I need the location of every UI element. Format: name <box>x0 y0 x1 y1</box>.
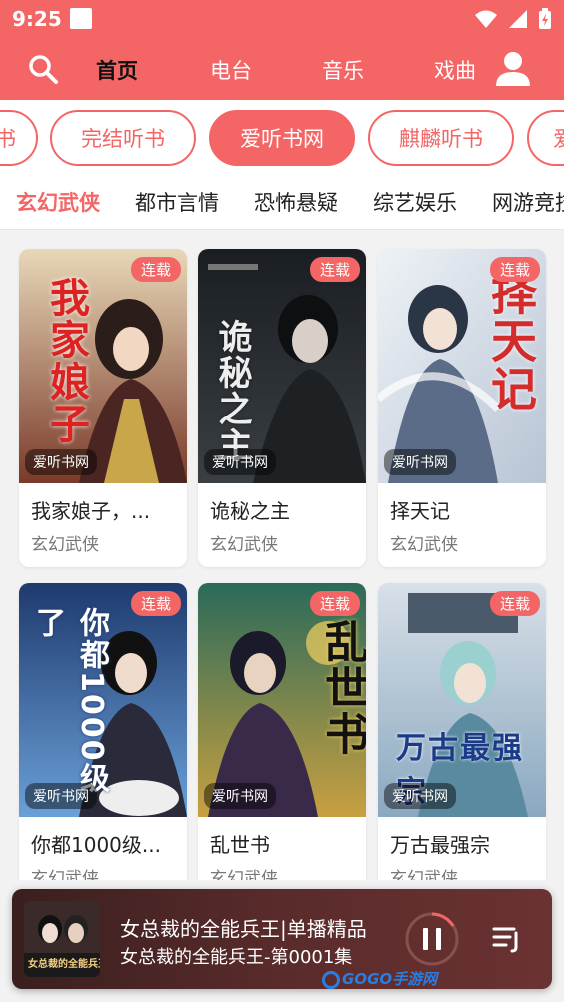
cover-title: 择天记 <box>484 269 538 413</box>
book-genre: 玄幻武侠 <box>31 869 99 880</box>
wifi-icon <box>475 10 497 28</box>
book-title: 乱世书 <box>210 833 270 857</box>
category-tab-kongbu[interactable]: 恐怖悬疑 <box>254 187 338 217</box>
book-genre: 玄幻武侠 <box>210 535 278 555</box>
book-card[interactable]: 择天记 连载 爱听书网 择天记 玄幻武侠 <box>378 249 546 567</box>
source-pill-wanjie[interactable]: 完结听书 <box>50 110 196 166</box>
search-icon[interactable] <box>28 54 58 84</box>
book-cover: 万古最强宗 连载 爱听书网 <box>378 583 546 817</box>
category-tab-zongyi[interactable]: 综艺娱乐 <box>373 187 457 217</box>
tab-home[interactable]: 首页 <box>96 55 138 85</box>
serial-badge: 连载 <box>309 257 360 282</box>
book-card[interactable]: 万古最强宗 连载 爱听书网 万古最强宗 玄幻武侠 <box>378 583 546 880</box>
cover-title: 乱世书 <box>317 619 366 757</box>
book-genre: 玄幻武侠 <box>31 535 99 555</box>
source-pill[interactable]: 爱 <box>527 110 564 166</box>
book-genre: 玄幻武侠 <box>210 869 278 880</box>
source-label: 爱听书网 <box>384 783 456 809</box>
serial-badge: 连载 <box>130 591 181 616</box>
status-icons <box>474 8 552 30</box>
book-title: 万古最强宗 <box>390 833 490 857</box>
book-genre: 玄幻武侠 <box>390 535 458 555</box>
player-thumbnail: 女总裁的全能兵王 <box>24 901 100 977</box>
pause-button[interactable] <box>404 911 460 967</box>
player-thumb-title: 女总裁的全能兵王 <box>28 959 100 970</box>
mini-player[interactable]: 女总裁的全能兵王 女总裁的全能兵王|单播精品 女总裁的全能兵王-第0001集 <box>12 889 552 989</box>
category-tab-bar: 玄幻武侠 都市言情 恐怖悬疑 综艺娱乐 网游竞技 <box>0 176 564 230</box>
source-pill-qilin[interactable]: 麒麟听书 <box>368 110 514 166</box>
book-title: 择天记 <box>390 499 450 523</box>
signal-icon <box>509 10 527 28</box>
player-title: 女总裁的全能兵王|单播精品 <box>120 917 367 941</box>
book-genre: 玄幻武侠 <box>390 869 458 880</box>
top-navigation: 首页 电台 音乐 戏曲 <box>0 38 564 100</box>
book-cover: 择天记 连载 爱听书网 <box>378 249 546 483</box>
source-label: 爱听书网 <box>25 783 97 809</box>
cover-title: 诡秘之主 <box>212 319 252 463</box>
notification-icon <box>70 8 92 29</box>
serial-badge: 连载 <box>130 257 181 282</box>
tab-radio[interactable]: 电台 <box>210 55 252 85</box>
category-tab-wangyou[interactable]: 网游竞技 <box>492 187 564 217</box>
status-time: 9:25 <box>12 7 62 31</box>
player-subtitle: 女总裁的全能兵王-第0001集 <box>120 947 353 968</box>
status-bar: 9:25 <box>0 0 564 38</box>
source-pill-bar: 书 完结听书 爱听书网 麒麟听书 爱 <box>0 100 564 176</box>
book-cover: 乱世书 连载 爱听书网 <box>198 583 366 817</box>
watermark-logo: GOGO手游网 <box>322 968 437 989</box>
book-title: 你都1000级... <box>31 833 161 857</box>
tab-opera[interactable]: 戏曲 <box>434 55 476 85</box>
category-tab-dushi[interactable]: 都市言情 <box>135 187 219 217</box>
book-card[interactable]: 你都1000级了 连载 爱听书网 你都1000级... 玄幻武侠 <box>19 583 187 880</box>
category-tab-xuanhuan[interactable]: 玄幻武侠 <box>16 187 100 217</box>
serial-badge: 连载 <box>309 591 360 616</box>
book-card[interactable]: 乱世书 连载 爱听书网 乱世书 玄幻武侠 <box>198 583 366 880</box>
source-label: 爱听书网 <box>204 783 276 809</box>
book-card[interactable]: 诡秘之主 连载 爱听书网 诡秘之主 玄幻武侠 <box>198 249 366 567</box>
source-label: 爱听书网 <box>25 449 97 475</box>
source-label: 爱听书网 <box>204 449 276 475</box>
book-cover: 诡秘之主 连载 爱听书网 <box>198 249 366 483</box>
book-title: 我家娘子，... <box>31 499 151 523</box>
source-pill[interactable]: 书 <box>0 110 38 166</box>
book-cover: 我家娘子 连载 爱听书网 <box>19 249 187 483</box>
user-icon[interactable] <box>494 50 532 88</box>
source-label: 爱听书网 <box>384 449 456 475</box>
cover-title: 我家娘子 <box>43 277 89 445</box>
tab-music[interactable]: 音乐 <box>322 55 364 85</box>
book-card[interactable]: 我家娘子 连载 爱听书网 我家娘子，... 玄幻武侠 <box>19 249 187 567</box>
source-pill-aitingshu[interactable]: 爱听书网 <box>209 110 355 166</box>
playlist-icon[interactable] <box>492 923 522 953</box>
serial-badge: 连载 <box>489 591 540 616</box>
book-cover: 你都1000级了 连载 爱听书网 <box>19 583 187 817</box>
book-grid: 我家娘子 连载 爱听书网 我家娘子，... 玄幻武侠 诡秘之主 连载 爱听书网 … <box>0 230 564 880</box>
book-title: 诡秘之主 <box>210 499 290 523</box>
watermark-text: GOGO手游网 <box>342 970 438 988</box>
battery-icon <box>539 8 551 29</box>
serial-badge: 连载 <box>489 257 540 282</box>
